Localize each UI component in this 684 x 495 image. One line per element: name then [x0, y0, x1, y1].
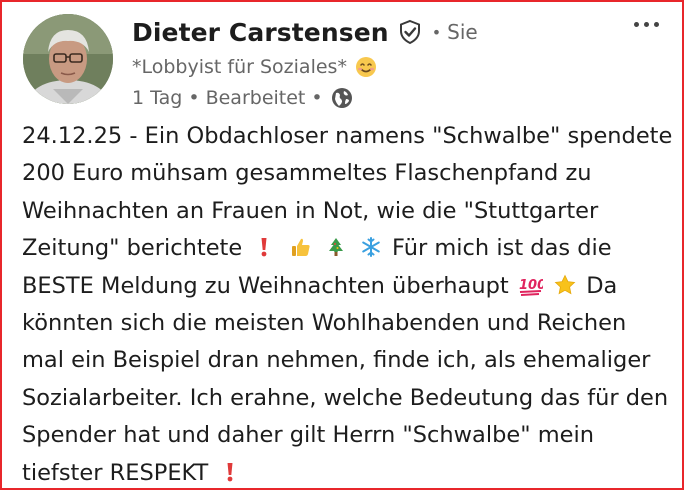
- post-text-line: 200 Euro mühsam gesammeltes Flaschenpfan…: [22, 160, 592, 187]
- thumbs-up-icon: [290, 233, 312, 257]
- post-time-meta: 1 Tag • Bearbeitet •: [132, 87, 323, 109]
- exclamation-icon: [219, 458, 241, 482]
- snowflake-icon: [360, 233, 382, 258]
- post-text-line: BESTE Meldung zu Weihnachten überhaupt 1…: [22, 268, 678, 305]
- post-card: Dieter Carstensen • Sie *Lobbyist für So…: [0, 0, 684, 490]
- post-text-line: tiefster RESPEKT: [22, 455, 678, 492]
- post-header: Dieter Carstensen • Sie *Lobbyist für So…: [132, 14, 662, 113]
- smiling-face-icon: [355, 56, 377, 78]
- relation-label: Sie: [447, 20, 478, 44]
- christmas-tree-icon: [325, 233, 347, 257]
- post-text-line: mal ein Beispiel dran nehmen, finde ich,…: [22, 347, 651, 374]
- post-text-segment: Für mich ist das die: [392, 235, 612, 262]
- post-text-line: Zeitung" berichtete Für mich ist das die: [22, 230, 678, 267]
- post-text-line: Weihnachten an Frauen in Not, wie die "S…: [22, 197, 599, 224]
- author-name[interactable]: Dieter Carstensen: [132, 18, 389, 47]
- post-text-segment: Zeitung" berichtete: [22, 235, 243, 262]
- post-text-line: könnten sich die meisten Wohlhabenden un…: [22, 310, 627, 337]
- post-text-line: Sozialarbeiter. Ich erahne, welche Bedeu…: [22, 384, 669, 411]
- globe-icon: [331, 87, 353, 109]
- hundred-points-icon: 100: [519, 271, 546, 296]
- star-icon: [554, 271, 576, 294]
- verified-shield-icon: [397, 19, 423, 45]
- separator-dot: •: [431, 22, 442, 42]
- exclamation-icon: [253, 233, 275, 257]
- post-text-line: Spender hat und daher gilt Herrn "Schwal…: [22, 422, 594, 449]
- post-text-line: 24.12.25 - Ein Obdachloser namens "Schwa…: [22, 123, 673, 149]
- author-headline: *Lobbyist für Soziales*: [132, 56, 347, 78]
- avatar[interactable]: [23, 14, 113, 104]
- post-text-segment: BESTE Meldung zu Weihnachten überhaupt: [22, 272, 509, 299]
- post-text-segment: tiefster RESPEKT: [22, 459, 209, 486]
- post-text-segment: Da: [586, 272, 618, 299]
- post-body: 24.12.25 - Ein Obdachloser namens "Schwa…: [22, 118, 678, 492]
- more-options-icon[interactable]: [628, 10, 664, 38]
